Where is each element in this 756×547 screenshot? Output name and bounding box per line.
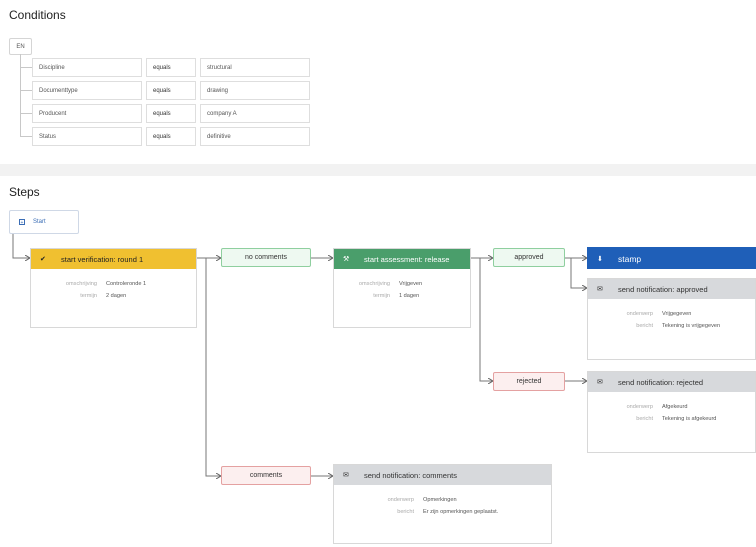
step-field-row: onderwerp Vrijgegeven bbox=[588, 311, 755, 317]
field-value: Vrijgeven bbox=[399, 281, 423, 287]
notification-rejected-card[interactable]: ✉ send notification: rejected onderwerp … bbox=[587, 371, 756, 453]
notification-approved-header: ✉ send notification: approved bbox=[588, 279, 755, 299]
notification-rejected-title: send notification: rejected bbox=[618, 377, 704, 387]
field-label: omschrijving bbox=[65, 281, 97, 287]
start-button[interactable]: + Start bbox=[9, 210, 79, 234]
field-label: termijn bbox=[80, 293, 97, 299]
field-value: Er zijn opmerkingen geplaatst. bbox=[423, 509, 499, 515]
field-label: onderwerp bbox=[387, 497, 414, 503]
connector-verification-comments bbox=[205, 258, 221, 476]
field-label: bericht bbox=[636, 323, 653, 329]
assessment-step-title: start assessment: release bbox=[364, 254, 450, 264]
field-label: onderwerp bbox=[626, 311, 653, 317]
field-label: onderwerp bbox=[626, 404, 653, 410]
step-field-row: omschrijving Vrijgeven bbox=[334, 281, 470, 287]
step-field-row: bericht Tekening is afgekeurd bbox=[588, 416, 755, 422]
field-label: termijn bbox=[373, 293, 390, 299]
verification-step-title: start verification: round 1 bbox=[61, 254, 144, 264]
outcome-approved[interactable]: approved bbox=[493, 248, 565, 267]
field-label: omschrijving bbox=[358, 281, 390, 287]
check-icon: ✔ bbox=[40, 256, 46, 263]
stamp-step-title: stamp bbox=[618, 253, 642, 264]
field-value: Tekening is vrijgegeven bbox=[662, 323, 721, 329]
outcome-rejected[interactable]: rejected bbox=[493, 372, 565, 391]
assessment-step-card[interactable]: ⚒ start assessment: release omschrijving… bbox=[333, 248, 471, 328]
field-label: bericht bbox=[397, 509, 414, 515]
connector-approved-notification bbox=[570, 258, 587, 288]
stamp-step-card[interactable]: ⬇ stamp bbox=[587, 247, 756, 269]
notification-rejected-header: ✉ send notification: rejected bbox=[588, 372, 755, 392]
field-value: Opmerkingen bbox=[423, 497, 457, 503]
notification-comments-card[interactable]: ✉ send notification: comments onderwerp … bbox=[333, 464, 552, 544]
plus-square-icon: + bbox=[19, 219, 25, 226]
step-field-row: termijn 1 dagen bbox=[334, 293, 470, 299]
notification-approved-title: send notification: approved bbox=[618, 284, 708, 294]
mail-icon: ✉ bbox=[597, 379, 603, 386]
connector-start bbox=[12, 232, 30, 258]
outcome-comments[interactable]: comments bbox=[221, 466, 311, 485]
field-value: Tekening is afgekeurd bbox=[662, 416, 717, 422]
field-value: 1 dagen bbox=[399, 293, 420, 299]
field-value: 2 dagen bbox=[106, 293, 127, 299]
field-label: bericht bbox=[636, 416, 653, 422]
step-field-row: termijn 2 dagen bbox=[31, 293, 196, 299]
notification-comments-header: ✉ send notification: comments bbox=[334, 465, 551, 485]
step-field-row: onderwerp Opmerkingen bbox=[334, 497, 551, 503]
stamp-step-header: ⬇ stamp bbox=[588, 248, 755, 269]
mail-icon: ✉ bbox=[343, 472, 349, 479]
hammer-icon: ⚒ bbox=[343, 256, 350, 263]
field-value: Afgekeurd bbox=[662, 404, 688, 410]
step-field-row: onderwerp Afgekeurd bbox=[588, 404, 755, 410]
download-icon: ⬇ bbox=[597, 255, 603, 263]
notification-approved-card[interactable]: ✉ send notification: approved onderwerp … bbox=[587, 278, 756, 360]
step-field-row: omschrijving Controleronde 1 bbox=[31, 281, 196, 287]
field-value: Controleronde 1 bbox=[106, 281, 147, 287]
notification-comments-title: send notification: comments bbox=[364, 470, 457, 480]
connector-assessment-rejected bbox=[479, 258, 493, 381]
step-field-row: bericht Tekening is vrijgegeven bbox=[588, 323, 755, 329]
start-label: Start bbox=[33, 219, 46, 225]
verification-step-card[interactable]: ✔ start verification: round 1 omschrijvi… bbox=[30, 248, 197, 328]
verification-step-header: ✔ start verification: round 1 bbox=[31, 249, 196, 269]
step-field-row: bericht Er zijn opmerkingen geplaatst. bbox=[334, 509, 551, 515]
mail-icon: ✉ bbox=[597, 286, 603, 293]
assessment-step-header: ⚒ start assessment: release bbox=[334, 249, 470, 269]
outcome-no-comments[interactable]: no comments bbox=[221, 248, 311, 267]
field-value: Vrijgegeven bbox=[662, 311, 692, 317]
